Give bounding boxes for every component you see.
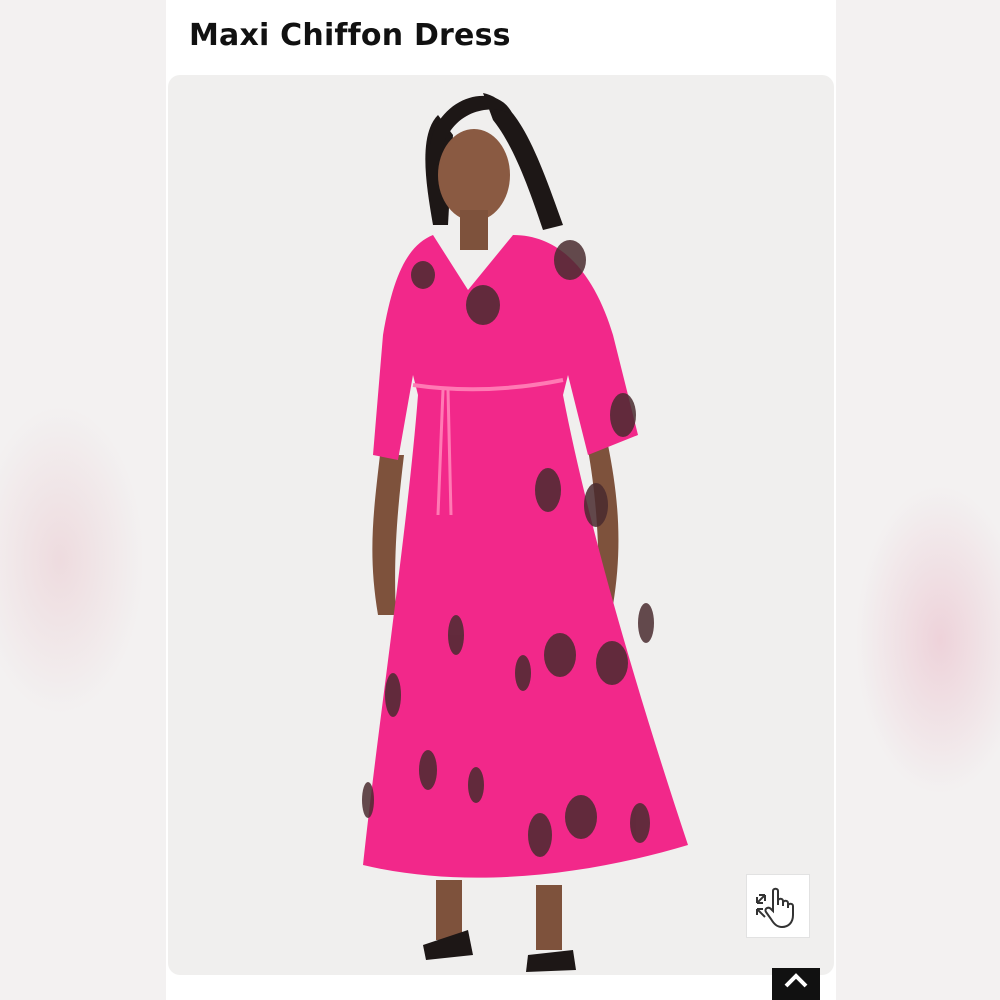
sandal-right (526, 950, 576, 972)
dress-illustration (362, 93, 688, 972)
hand-pointer-zoom-icon (756, 887, 794, 929)
zoom-button[interactable] (746, 874, 810, 938)
dress (363, 235, 688, 878)
face (438, 129, 510, 221)
product-photo[interactable] (168, 75, 834, 975)
leg-left (436, 880, 462, 940)
back-to-top-button[interactable] (772, 968, 820, 1000)
neck (460, 210, 488, 250)
chevron-up-icon (784, 973, 808, 988)
leg-right (536, 885, 562, 950)
product-title: Maxi Chiffon Dress (189, 18, 511, 53)
